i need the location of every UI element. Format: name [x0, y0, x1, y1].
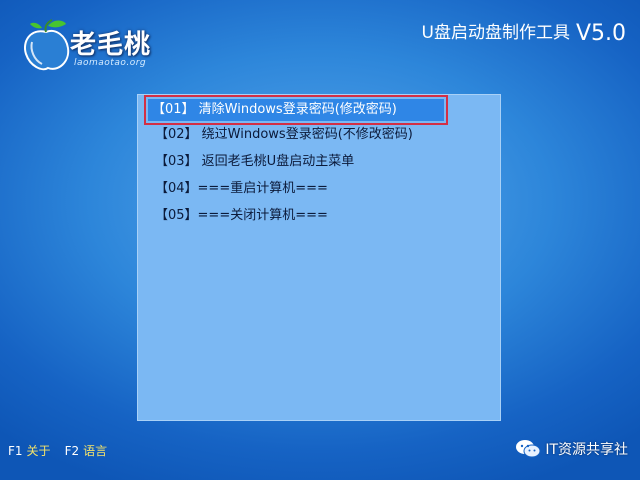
app-version: V5.0: [575, 21, 626, 46]
app-title-name: U盘启动盘制作工具: [421, 23, 570, 43]
app-title: U盘启动盘制作工具 V5.0: [422, 18, 627, 46]
menu-item-clear-password[interactable]: 【01】 清除Windows登录密码(修改密码): [144, 95, 448, 125]
logo-name: 老毛桃: [70, 30, 152, 60]
footer-hotkeys: F1 关于 F2 语言: [8, 442, 121, 459]
logo-url: laomaotao.org: [74, 58, 147, 68]
f2-language-label[interactable]: 语言: [83, 444, 107, 458]
peach-logo-icon: [24, 19, 70, 71]
watermark-text: IT资源共享社: [545, 442, 628, 458]
menu-item-shutdown[interactable]: 【05】===关闭计算机===: [151, 205, 328, 227]
menu-item-return-main-menu[interactable]: 【03】 返回老毛桃U盘启动主菜单: [151, 151, 354, 173]
f2-key[interactable]: F2: [65, 444, 80, 458]
watermark: IT资源共享社: [515, 438, 628, 460]
menu-item-bypass-password[interactable]: 【02】 绕过Windows登录密码(不修改密码): [151, 124, 413, 146]
logo: 老毛桃 laomaotao.org: [14, 10, 174, 76]
menu-item-restart[interactable]: 【04】===重启计算机===: [151, 178, 328, 200]
f1-key[interactable]: F1: [8, 444, 23, 458]
f1-about-label[interactable]: 关于: [27, 444, 51, 458]
wechat-icon: [516, 440, 541, 458]
boot-menu-panel: 【01】 清除Windows登录密码(修改密码) 【02】 绕过Windows登…: [137, 94, 501, 421]
